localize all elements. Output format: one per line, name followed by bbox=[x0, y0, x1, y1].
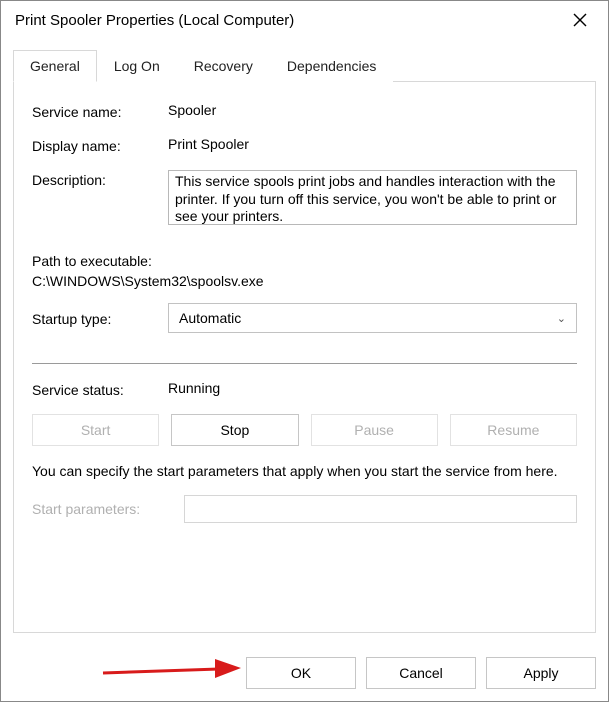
path-label: Path to executable: bbox=[32, 253, 577, 269]
start-button: Start bbox=[32, 414, 159, 446]
start-parameters-input bbox=[184, 495, 577, 523]
startup-type-label: Startup type: bbox=[32, 309, 168, 327]
start-parameters-label: Start parameters: bbox=[32, 501, 184, 517]
stop-button[interactable]: Stop bbox=[171, 414, 298, 446]
tab-dependencies[interactable]: Dependencies bbox=[270, 50, 394, 82]
ok-button[interactable]: OK bbox=[246, 657, 356, 689]
separator bbox=[32, 363, 577, 364]
service-control-buttons: Start Stop Pause Resume bbox=[32, 414, 577, 446]
tab-logon[interactable]: Log On bbox=[97, 50, 177, 82]
start-parameters-hint: You can specify the start parameters tha… bbox=[32, 462, 577, 481]
tab-recovery[interactable]: Recovery bbox=[177, 50, 270, 82]
description-textbox[interactable]: This service spools print jobs and handl… bbox=[168, 170, 577, 225]
service-status-value: Running bbox=[168, 380, 577, 396]
general-panel: Service name: Spooler Display name: Prin… bbox=[13, 82, 596, 633]
titlebar: Print Spooler Properties (Local Computer… bbox=[1, 1, 608, 39]
description-label: Description: bbox=[32, 170, 168, 188]
chevron-down-icon: ⌄ bbox=[557, 312, 566, 325]
properties-dialog: Print Spooler Properties (Local Computer… bbox=[0, 0, 609, 702]
pause-button: Pause bbox=[311, 414, 438, 446]
tab-strip: General Log On Recovery Dependencies bbox=[13, 49, 596, 82]
close-button[interactable] bbox=[558, 4, 602, 36]
path-value: C:\WINDOWS\System32\spoolsv.exe bbox=[32, 273, 577, 289]
dialog-footer: OK Cancel Apply bbox=[1, 647, 608, 701]
display-name-label: Display name: bbox=[32, 136, 168, 154]
startup-type-value: Automatic bbox=[179, 310, 241, 326]
service-name-value: Spooler bbox=[168, 102, 577, 118]
window-title: Print Spooler Properties (Local Computer… bbox=[15, 12, 294, 29]
client-area: General Log On Recovery Dependencies Ser… bbox=[1, 39, 608, 647]
service-status-label: Service status: bbox=[32, 380, 168, 398]
display-name-value: Print Spooler bbox=[168, 136, 577, 152]
tab-general[interactable]: General bbox=[13, 50, 97, 82]
startup-type-select[interactable]: Automatic ⌄ bbox=[168, 303, 577, 333]
apply-button[interactable]: Apply bbox=[486, 657, 596, 689]
resume-button: Resume bbox=[450, 414, 577, 446]
close-icon bbox=[573, 13, 587, 27]
service-name-label: Service name: bbox=[32, 102, 168, 120]
cancel-button[interactable]: Cancel bbox=[366, 657, 476, 689]
annotation-arrow-icon bbox=[101, 653, 241, 685]
